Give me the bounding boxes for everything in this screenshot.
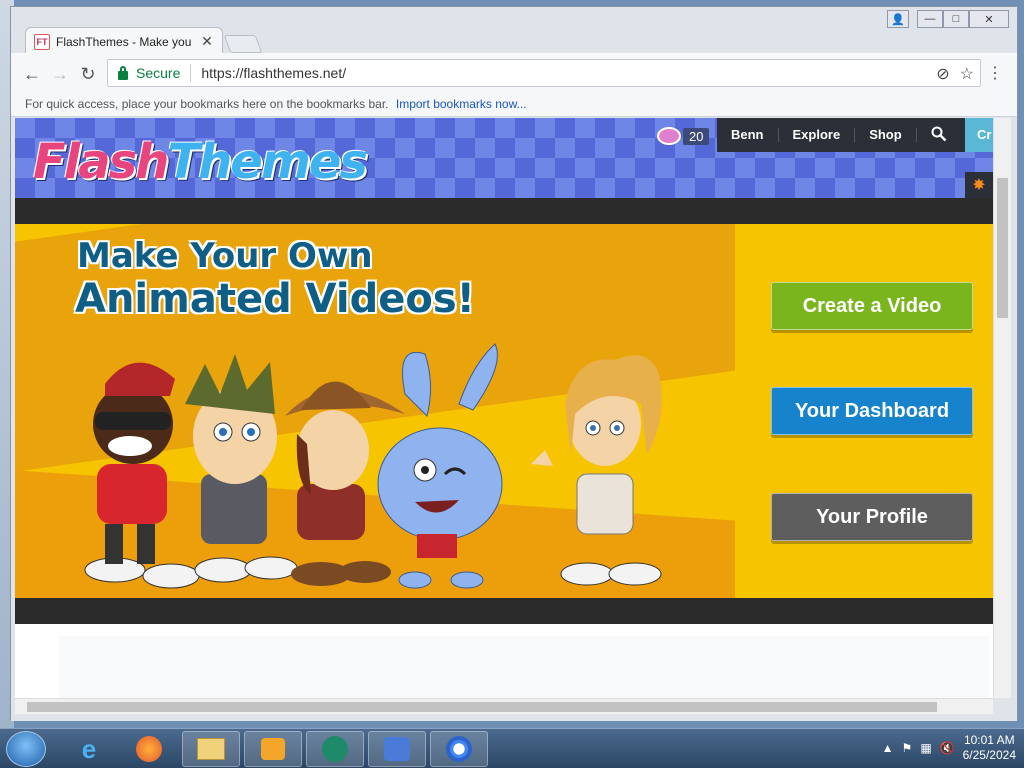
user-nav: Benn Explore Shop [717,118,965,152]
browser-toolbar: ← → ↻ Secure https://flashthemes.net/ ⊘ … [11,53,1017,93]
title-bar: FT FlashThemes - Make you ✕ 👤 — □ ✕ [11,7,1017,55]
character-blue-creature [377,343,503,589]
site-header: FlashThemes 20 Benn Explore Shop Cr ✸ [15,118,993,198]
firefox-icon[interactable] [120,731,178,767]
coin-icon [657,127,681,145]
tab-title: FlashThemes - Make you [56,34,192,49]
show-hidden-icons-icon[interactable]: ▲ [882,741,894,755]
create-video-button[interactable]: Create a Video [771,282,973,330]
character-blonde-girl [531,355,662,586]
bookmarks-hint: For quick access, place your bookmarks h… [25,97,389,111]
browser-window: FT FlashThemes - Make you ✕ 👤 — □ ✕ ← → … [10,6,1018,721]
vertical-scrollbar[interactable] [993,118,1011,698]
chrome-taskbar-icon[interactable] [430,731,488,767]
blocked-plugin-icon[interactable]: ⊘ [936,64,949,84]
window-bottom-edge [11,714,1017,721]
header-divider [15,198,993,224]
nav-shop[interactable]: Shop [855,128,917,142]
secure-label: Secure [136,65,181,81]
file-explorer-icon[interactable] [182,731,240,767]
flag-icon[interactable]: ⚑ [902,741,913,755]
coin-count: 20 [683,127,710,145]
character-green-hair [185,354,298,583]
bookmarks-bar: For quick access, place your bookmarks h… [11,93,1017,117]
forward-icon[interactable]: → [49,63,71,85]
hero-bottom-divider [15,598,993,624]
content-area [59,636,989,698]
close-window-button[interactable]: ✕ [969,10,1009,28]
media-player-icon[interactable] [244,731,302,767]
vertical-scroll-thumb[interactable] [997,178,1008,318]
hero-headline-1: Make Your Own [77,236,373,276]
clock-time: 10:01 AM [963,733,1015,747]
new-tab-button[interactable] [223,35,263,53]
wix-app-icon[interactable] [368,731,426,767]
user-profile-icon[interactable]: 👤 [887,10,909,28]
hero-headline-2: Animated Videos! [75,276,475,322]
coin-counter[interactable]: 20 [657,126,710,146]
import-bookmarks-link[interactable]: Import bookmarks now... [396,97,527,111]
reload-icon[interactable]: ↻ [77,63,99,85]
network-icon[interactable]: ▦ [920,741,931,755]
hero-banner: Make Your Own Animated Videos! Create a … [15,224,993,598]
back-icon[interactable]: ← [21,63,43,85]
chrome-menu-icon[interactable]: ⋮ [987,63,1003,83]
site-favicon-icon: FT [34,33,50,50]
minimize-button[interactable]: — [917,10,943,28]
start-button[interactable] [6,731,46,767]
clock-date: 6/25/2024 [962,748,1016,762]
cartoon-characters-illustration [84,343,662,589]
logo-part-themes: Themes [167,134,368,190]
notification-burst-icon[interactable]: ✸ [965,172,993,198]
clock[interactable]: 10:01 AM 6/25/2024 [963,733,1016,763]
taskbar: e ▲ ⚑ ▦ 🔇 10:01 AM 6/25/2024 [0,728,1024,768]
browser-tab[interactable]: FT FlashThemes - Make you ✕ [25,27,223,55]
your-dashboard-button[interactable]: Your Dashboard [771,387,973,435]
close-tab-icon[interactable]: ✕ [200,33,214,50]
page-viewport: FlashThemes 20 Benn Explore Shop Cr ✸ Ma… [15,118,993,698]
video-app-icon[interactable] [306,731,364,767]
your-profile-button[interactable]: Your Profile [771,493,973,541]
volume-muted-icon[interactable]: 🔇 [940,741,955,755]
maximize-button[interactable]: □ [943,10,969,28]
divider [190,64,192,82]
url-text: https://flashthemes.net/ [201,65,347,81]
site-logo[interactable]: FlashThemes [33,134,368,190]
logo-part-flash: Flash [33,134,169,190]
nav-explore[interactable]: Explore [779,128,856,142]
bookmark-star-icon[interactable]: ☆ [960,64,974,84]
horizontal-scroll-thumb[interactable] [27,702,937,712]
address-bar[interactable]: Secure https://flashthemes.net/ ⊘ ☆ [107,59,981,87]
search-icon[interactable] [917,126,961,145]
nav-create[interactable]: Cr [965,118,993,152]
internet-explorer-icon[interactable]: e [60,731,118,767]
horizontal-scrollbar[interactable] [15,698,993,714]
character-red-hoodie [84,362,200,589]
lock-icon [118,65,128,80]
system-tray: ▲ ⚑ ▦ 🔇 10:01 AM 6/25/2024 [882,733,1016,763]
nav-user[interactable]: Benn [717,128,779,142]
